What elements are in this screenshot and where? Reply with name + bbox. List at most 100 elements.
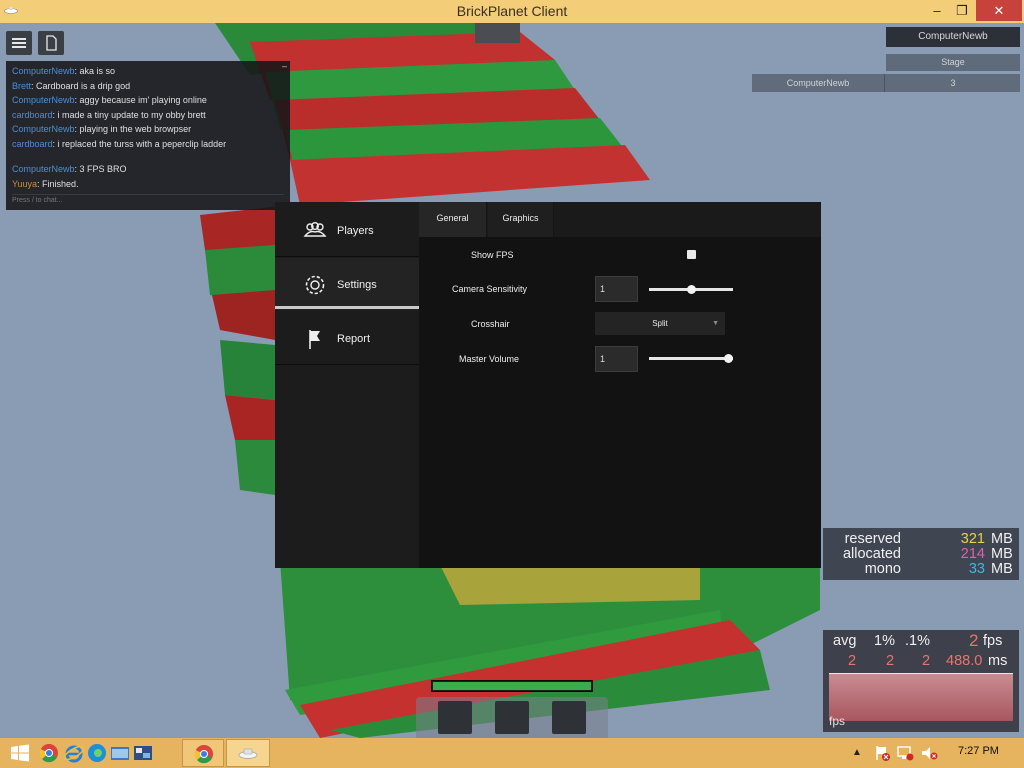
health-bar <box>431 680 593 692</box>
camera-sensitivity-input[interactable]: 1 <box>595 276 638 302</box>
show-hidden-icons-icon[interactable]: ▲ <box>852 747 862 758</box>
sidebar-item-label: Settings <box>337 279 377 291</box>
chrome-icon <box>194 745 213 764</box>
chat-message: ComputerNewb: aka is so <box>12 66 116 76</box>
fps-header-1pct: 1% <box>874 633 895 649</box>
fps-header-01pct: .1% <box>905 633 930 649</box>
action-center-flag-icon[interactable] <box>873 744 891 762</box>
chat-username[interactable]: ComputerNewb <box>12 66 75 76</box>
fps-avg-value: 2 <box>848 653 857 669</box>
memory-row-mono: mono 33 MB <box>864 561 1013 577</box>
memory-row-reserved: reserved 321 MB <box>844 531 1013 547</box>
chat-username[interactable]: ComputerNewb <box>12 164 75 174</box>
block-yellow <box>440 565 700 605</box>
chat-username[interactable]: Brett <box>12 81 31 91</box>
sidebar-item-settings[interactable]: Settings <box>275 258 419 310</box>
menu-sidebar: Players Settings Report <box>275 202 419 568</box>
chat-text: playing in the web browpser <box>79 124 192 134</box>
taskbar-app-chrome[interactable] <box>182 739 224 767</box>
block-side <box>225 395 275 445</box>
hotbar <box>416 697 608 738</box>
hotbar-slot[interactable] <box>438 701 472 734</box>
leaderboard-local-player: ComputerNewb <box>886 27 1020 47</box>
chat-text: Finished. <box>42 178 79 189</box>
tab-general[interactable]: General <box>419 202 487 237</box>
slider-knob[interactable] <box>686 285 696 294</box>
internet-explorer-icon[interactable] <box>62 741 86 765</box>
sidebar-item-label: Report <box>337 333 371 345</box>
chat-message: ComputerNewb: playing in the web browpse… <box>12 124 192 134</box>
memory-row-allocated: allocated 214 MB <box>842 546 1013 562</box>
sidebar-item-report[interactable]: Report <box>275 312 419 364</box>
master-volume-label: Master Volume <box>459 354 520 364</box>
edge-icon[interactable] <box>85 741 109 765</box>
gear-icon <box>305 275 325 295</box>
file-explorer-icon[interactable] <box>108 741 132 765</box>
menu-button[interactable] <box>6 31 32 55</box>
close-button[interactable]: ✕ <box>976 0 1022 21</box>
brickplanet-icon <box>238 748 258 759</box>
camera-sensitivity-slider[interactable] <box>649 285 733 294</box>
show-fps-checkbox[interactable] <box>687 250 696 259</box>
chat-messages: ComputerNewb: aka is so Brett: Cardboard … <box>12 64 284 191</box>
master-volume-input[interactable]: 1 <box>595 346 638 372</box>
block-side <box>235 440 275 495</box>
show-fps-label: Show FPS <box>471 250 514 260</box>
window-title-bar[interactable]: BrickPlanet Client – ❐ ✕ <box>0 0 1024 23</box>
block-side <box>220 340 275 400</box>
block-side <box>212 290 275 340</box>
sidebar-item-players[interactable]: Players <box>275 204 419 256</box>
chat-username[interactable]: cardboard <box>12 139 53 149</box>
chat-text: aggy because im' playing online <box>79 95 207 105</box>
slider-knob[interactable] <box>724 354 733 363</box>
chat-text: Cardboard is a drip god <box>36 80 131 91</box>
taskbar-clock[interactable]: 7:27 PM <box>958 745 999 757</box>
crosshair-value: Split <box>652 319 668 328</box>
hotbar-slot[interactable] <box>495 701 529 734</box>
window-title: BrickPlanet Client <box>456 3 568 19</box>
document-button[interactable] <box>38 31 64 55</box>
tab-graphics[interactable]: Graphics <box>488 202 554 237</box>
active-tab-indicator <box>275 306 419 309</box>
chat-input[interactable]: Press / to chat... <box>12 194 284 204</box>
camera-sensitivity-label: Camera Sensitivity <box>452 284 528 294</box>
chat-username[interactable]: ComputerNewb <box>12 124 75 134</box>
settings-tabs: General Graphics <box>419 202 821 237</box>
chat-message: Yuuya: Finished. <box>12 178 79 189</box>
chevron-down-icon: ▼ <box>712 320 719 327</box>
control-panel-icon[interactable] <box>131 741 155 765</box>
chat-text: i replaced the turss with a peperclip la… <box>57 138 227 149</box>
sidebar-item-label: Players <box>337 225 374 237</box>
chrome-icon[interactable] <box>37 741 61 765</box>
chat-message: Brett: Cardboard is a drip god <box>12 80 131 91</box>
leaderboard-row: ComputerNewb 3 <box>752 74 1020 92</box>
crosshair-dropdown[interactable]: Split ▼ <box>595 312 725 335</box>
chat-window[interactable]: – ComputerNewb: aka is so Brett: Cardboar… <box>6 61 290 210</box>
hamburger-icon <box>12 38 26 40</box>
network-icon[interactable] <box>896 744 914 762</box>
chat-text: 3 FPS BRO <box>79 164 127 174</box>
chat-message: ComputerNewb: aggy because im' playing o… <box>12 95 207 105</box>
document-icon <box>46 35 57 51</box>
fps-header-avg: avg <box>833 633 857 649</box>
hotbar-slot[interactable] <box>552 701 586 734</box>
taskbar-app-brickplanet[interactable] <box>226 739 270 767</box>
volume-muted-icon[interactable] <box>920 744 938 762</box>
fps-01pct-value: 2 <box>922 653 931 669</box>
chat-username[interactable]: cardboard <box>12 110 53 120</box>
players-icon <box>303 222 327 237</box>
chat-text: i made a tiny update to my obby brett <box>57 109 206 120</box>
flag-icon <box>309 330 320 349</box>
chat-username[interactable]: Yuuya <box>12 179 37 189</box>
frame-time-unit: ms <box>988 653 1008 669</box>
chat-message: ComputerNewb: 3 FPS BRO <box>12 164 127 174</box>
fps-current-value: 2 <box>969 631 979 650</box>
chat-username[interactable]: ComputerNewb <box>12 95 75 105</box>
chat-message: cardboard: i replaced the turss with a p… <box>12 138 227 149</box>
master-volume-slider[interactable] <box>649 354 733 363</box>
leaderboard-column-header: Stage <box>886 54 1020 71</box>
windows-start-icon[interactable] <box>8 741 32 765</box>
chat-text: aka is so <box>79 66 116 76</box>
block-gray <box>475 23 520 43</box>
maximize-button[interactable]: ❐ <box>947 0 977 21</box>
